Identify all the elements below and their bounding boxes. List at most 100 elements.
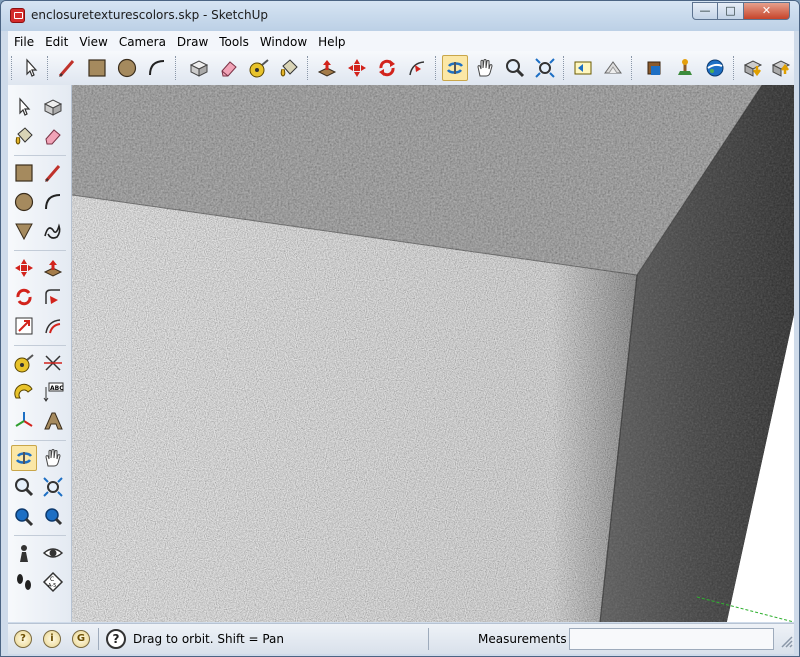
- orbit-icon[interactable]: [11, 445, 37, 471]
- sketchup-app-icon[interactable]: [10, 8, 25, 23]
- zoom-icon[interactable]: [11, 474, 37, 500]
- walk-icon[interactable]: [11, 569, 37, 595]
- toolbar-separator: [14, 345, 66, 346]
- toolbar-grip[interactable]: [435, 56, 439, 80]
- menu-window[interactable]: Window: [254, 32, 312, 52]
- measurements-input[interactable]: [569, 628, 774, 650]
- toolbar-grip[interactable]: [307, 56, 311, 80]
- status-hint: Drag to orbit. Shift = Pan: [133, 632, 284, 646]
- zoom-icon[interactable]: [502, 55, 528, 81]
- measurements-label: Measurements: [478, 632, 567, 646]
- drawing-area[interactable]: [72, 85, 794, 622]
- paint-bucket-icon[interactable]: [11, 123, 37, 149]
- toolbar-separator: [14, 535, 66, 536]
- circle-icon[interactable]: [114, 55, 140, 81]
- move-icon[interactable]: [11, 255, 37, 281]
- protractor-icon[interactable]: [11, 379, 37, 405]
- line-icon[interactable]: [54, 55, 80, 81]
- polygon-icon[interactable]: [11, 218, 37, 244]
- push-pull-icon[interactable]: [314, 55, 340, 81]
- freehand-icon[interactable]: [40, 218, 66, 244]
- menu-edit[interactable]: Edit: [39, 32, 73, 52]
- toolbar-grip[interactable]: [563, 56, 567, 80]
- select-icon[interactable]: [11, 94, 37, 120]
- toolbar-separator: [14, 250, 66, 251]
- next-view-icon[interactable]: [600, 55, 626, 81]
- offset-icon[interactable]: [40, 313, 66, 339]
- geo-location-icon[interactable]: ?: [14, 630, 32, 648]
- google-earth-icon[interactable]: [702, 55, 728, 81]
- arc-icon[interactable]: [144, 55, 170, 81]
- menu-view[interactable]: View: [73, 32, 112, 52]
- menu-help[interactable]: Help: [312, 32, 350, 52]
- sketchup-window: enclosuretexturescolors.skp - SketchUp —…: [0, 0, 800, 657]
- maximize-button[interactable]: □: [718, 2, 744, 20]
- line-icon[interactable]: [40, 160, 66, 186]
- title-bar[interactable]: enclosuretexturescolors.skp - SketchUp —…: [1, 1, 799, 31]
- scale-icon[interactable]: [11, 313, 37, 339]
- previous-view-icon[interactable]: [40, 503, 66, 529]
- zoom-extents-icon[interactable]: [11, 503, 37, 529]
- rotate-icon[interactable]: [11, 284, 37, 310]
- status-separator: [428, 628, 429, 650]
- pan-icon[interactable]: [40, 445, 66, 471]
- warehouse-icon[interactable]: [642, 55, 668, 81]
- rectangle-icon[interactable]: [11, 160, 37, 186]
- toolbar-separator: [14, 440, 66, 441]
- share-model-icon[interactable]: [768, 55, 794, 81]
- paint-bucket-icon[interactable]: [276, 55, 302, 81]
- rectangle-icon[interactable]: [84, 55, 110, 81]
- move-icon[interactable]: [344, 55, 370, 81]
- svg-text:ABC: ABC: [50, 385, 64, 392]
- follow-me-icon[interactable]: [40, 284, 66, 310]
- text-icon[interactable]: ABC: [40, 379, 66, 405]
- 3d-text-icon[interactable]: [40, 408, 66, 434]
- menu-draw[interactable]: Draw: [171, 32, 213, 52]
- toolbar-grip[interactable]: [11, 56, 15, 80]
- tape-measure-icon[interactable]: [11, 350, 37, 376]
- main-toolbar: [8, 51, 794, 86]
- arc-icon[interactable]: [40, 189, 66, 215]
- make-component-icon[interactable]: [40, 94, 66, 120]
- eraser-icon[interactable]: [40, 123, 66, 149]
- position-camera-icon[interactable]: [11, 540, 37, 566]
- svg-text:C: C: [50, 576, 54, 583]
- toolbar-grip[interactable]: [175, 56, 179, 80]
- toolbar-grip[interactable]: [47, 56, 51, 80]
- pan-icon[interactable]: [472, 55, 498, 81]
- svg-text:A-5: A-5: [48, 583, 56, 589]
- rotate-icon[interactable]: [374, 55, 400, 81]
- large-tool-set: ABC C A-5: [8, 85, 72, 622]
- menu-tools[interactable]: Tools: [213, 32, 254, 52]
- zoom-extents-icon[interactable]: [532, 55, 558, 81]
- resize-grip-icon[interactable]: [779, 634, 793, 648]
- section-plane-icon[interactable]: C A-5: [40, 569, 66, 595]
- look-around-icon[interactable]: [40, 540, 66, 566]
- follow-me-icon[interactable]: [404, 55, 430, 81]
- previous-view-icon[interactable]: [570, 55, 596, 81]
- status-separator: [98, 628, 99, 650]
- make-component-icon[interactable]: [186, 55, 212, 81]
- extension-icon[interactable]: [672, 55, 698, 81]
- credits-icon[interactable]: i: [43, 630, 61, 648]
- sign-in-icon[interactable]: G: [72, 630, 90, 648]
- close-button[interactable]: ✕: [744, 2, 790, 20]
- zoom-window-icon[interactable]: [40, 474, 66, 500]
- axes-icon[interactable]: [11, 408, 37, 434]
- eraser-icon[interactable]: [216, 55, 242, 81]
- select-icon[interactable]: [18, 55, 44, 81]
- dimension-icon[interactable]: [40, 350, 66, 376]
- tape-measure-icon[interactable]: [246, 55, 272, 81]
- minimize-button[interactable]: —: [692, 2, 718, 20]
- status-bar: ? i G ? Drag to orbit. Shift = Pan Measu…: [8, 623, 794, 654]
- menu-camera[interactable]: Camera: [113, 32, 171, 52]
- toolbar-grip[interactable]: [631, 56, 635, 80]
- get-models-icon[interactable]: [740, 55, 766, 81]
- help-icon[interactable]: ?: [106, 629, 126, 649]
- toolbar-grip[interactable]: [733, 56, 737, 80]
- window-title: enclosuretexturescolors.skp - SketchUp: [31, 8, 268, 22]
- menu-file[interactable]: File: [8, 32, 39, 52]
- circle-icon[interactable]: [11, 189, 37, 215]
- push-pull-icon[interactable]: [40, 255, 66, 281]
- orbit-icon[interactable]: [442, 55, 468, 81]
